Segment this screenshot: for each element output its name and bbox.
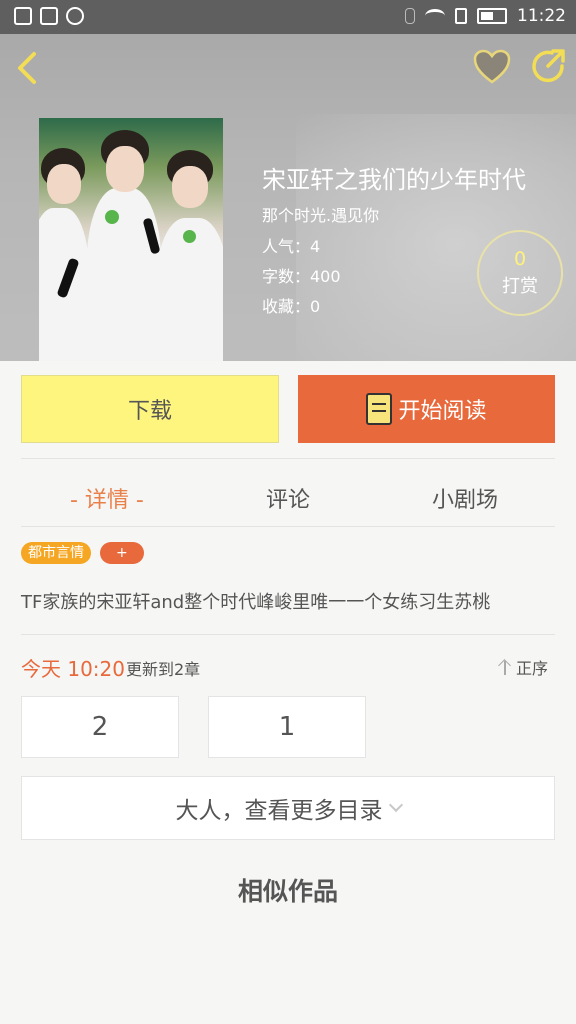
- more-catalog-button[interactable]: 大人，查看更多目录: [21, 776, 555, 840]
- chapter-number: 1: [278, 712, 296, 742]
- wifi-icon: [425, 9, 445, 23]
- tip-label: 打赏: [502, 276, 538, 297]
- bluetooth-icon: [405, 8, 415, 24]
- start-reading-label: 开始阅读: [398, 399, 487, 424]
- tip-button[interactable]: 0 打赏: [477, 230, 563, 316]
- sim-card-icon: [455, 8, 467, 24]
- book-description: TF家族的宋亚轩and整个时代峰峻里唯一一个女练习生苏桃: [21, 592, 491, 613]
- favorites-stat: 收藏：0: [262, 297, 321, 316]
- tip-count: 0: [513, 248, 527, 270]
- arrow-up-icon: [498, 659, 512, 675]
- shield-icon: [66, 7, 84, 25]
- more-catalog-label: 大人，查看更多目录: [175, 798, 383, 824]
- author-name[interactable]: 那个时光.遇见你: [262, 202, 379, 226]
- book-title: 宋亚轩之我们的少年时代: [262, 166, 526, 194]
- chapter-number: 2: [91, 712, 109, 742]
- share-icon[interactable]: [528, 46, 568, 86]
- start-reading-button[interactable]: 开始阅读: [298, 375, 555, 443]
- genre-tag[interactable]: 都市言情: [21, 542, 91, 564]
- word-count-stat: 字数：400: [262, 267, 341, 286]
- update-time: 今天 10:20: [21, 657, 125, 681]
- sort-button[interactable]: 正序: [498, 655, 548, 679]
- download-label: 下载: [127, 399, 172, 424]
- chevron-down-icon: [388, 797, 403, 813]
- book-icon: [366, 393, 393, 425]
- divider: [21, 458, 555, 459]
- tab-details[interactable]: - 详情 -: [70, 482, 144, 514]
- download-button[interactable]: 下载: [21, 375, 279, 443]
- divider: [21, 634, 555, 635]
- chapter-item[interactable]: 2: [21, 696, 179, 758]
- similar-works-heading: 相似作品: [237, 877, 338, 906]
- back-icon[interactable]: [10, 48, 44, 88]
- tab-comments[interactable]: 评论: [266, 482, 310, 514]
- battery-icon: [477, 8, 507, 24]
- book-header: 宋亚轩之我们的少年时代 那个时光.遇见你 人气：4 字数：400 收藏：0 0 …: [0, 34, 576, 361]
- sort-label: 正序: [516, 659, 549, 678]
- sim-icon: [14, 7, 32, 25]
- popularity-stat: 人气：4: [262, 237, 321, 256]
- chapter-item[interactable]: 1: [208, 696, 366, 758]
- divider: [21, 526, 555, 527]
- image-icon: [40, 7, 58, 25]
- book-cover-image: [39, 118, 223, 361]
- update-text: 更新到2章: [126, 660, 201, 679]
- tab-theater[interactable]: 小剧场: [432, 482, 498, 514]
- status-right: 11:22: [405, 6, 566, 26]
- status-bar: 11:22: [0, 0, 576, 34]
- add-tag-button[interactable]: +: [100, 542, 144, 564]
- heart-icon[interactable]: [472, 48, 512, 86]
- status-left-icons: [14, 7, 84, 25]
- status-time: 11:22: [517, 6, 566, 26]
- tab-bar: - 详情 - 评论 小剧场: [0, 464, 576, 524]
